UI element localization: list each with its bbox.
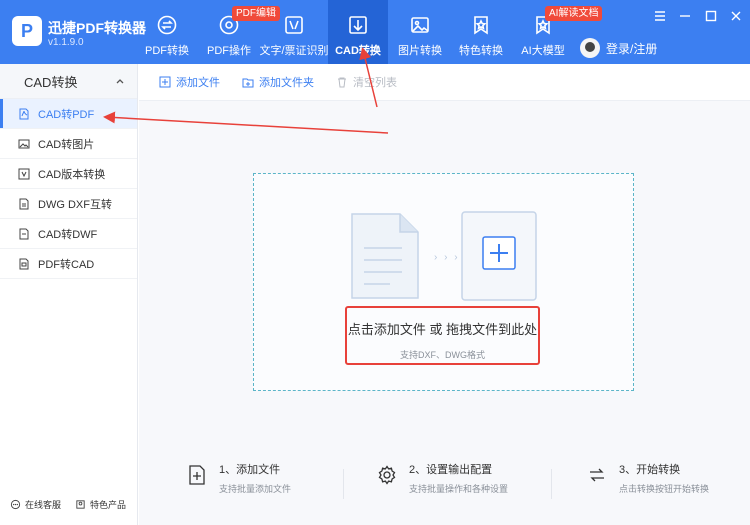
pdf-file-icon	[19, 108, 29, 119]
step-start-convert: 3、开始转换 点击转换按钮开始转换	[587, 461, 709, 495]
image-file-icon	[18, 139, 30, 148]
chat-icon	[10, 499, 21, 510]
step-settings: 2、设置输出配置 支持批量操作和各种设置	[377, 461, 508, 495]
dwg-file-icon	[19, 198, 29, 209]
sidebar-item-pdf-to-cad[interactable]: PDF转CAD	[0, 249, 137, 279]
sidebar-item-cad-version[interactable]: CAD版本转换	[0, 159, 137, 189]
clear-list-label: 清空列表	[353, 77, 397, 89]
star-icon	[474, 16, 488, 35]
sidebar-item-cad-to-image[interactable]: CAD转图片	[0, 129, 137, 159]
app-title: 迅捷PDF转换器	[48, 20, 146, 36]
avatar	[580, 38, 600, 58]
main-area: › › › 点击添加文件 或 拖拽文件到此处 支持DXF、DWG格式 1、添加文…	[139, 101, 750, 525]
sidebar-header-label: CAD转换	[24, 74, 78, 90]
nav-special-convert[interactable]: 特色转换	[449, 0, 513, 64]
document-illustration-icon	[351, 213, 419, 299]
nav-label: CAD转换	[335, 45, 381, 57]
step-desc: 支持批量操作和各种设置	[409, 484, 509, 494]
step-title: 2、设置输出配置	[409, 464, 493, 476]
step-desc: 点击转换按钮开始转换	[619, 484, 710, 494]
add-folder-icon	[242, 78, 254, 88]
login-label: 登录/注册	[606, 41, 658, 56]
add-folder-label: 添加文件夹	[259, 77, 314, 89]
online-service-label: 在线客服	[25, 500, 62, 510]
nav-image-convert[interactable]: 图片转换	[388, 0, 452, 64]
convert-icon	[157, 15, 177, 35]
add-file-label: 添加文件	[176, 77, 220, 89]
step-divider	[343, 469, 344, 499]
add-folder-button[interactable]: 添加文件夹	[242, 74, 314, 90]
dropzone-sub-text: 支持DXF、DWG格式	[400, 350, 485, 360]
sidebar-item-label: CAD版本转换	[38, 168, 106, 181]
scan-icon	[285, 16, 303, 34]
sidebar-item-label: CAD转DWF	[38, 228, 98, 241]
sidebar-item-dwg-dxf[interactable]: DWG DXF互转	[0, 189, 137, 219]
flow-arrows: › › ›	[434, 252, 460, 263]
step-add-file: 1、添加文件 支持批量添加文件	[187, 461, 291, 495]
app-logo: P	[12, 16, 42, 46]
close-icon[interactable]	[728, 8, 744, 24]
add-file-button[interactable]: 添加文件	[159, 74, 220, 90]
sidebar: CAD转换 CAD转PDF CAD转图片 CAD版本转换 DWG DXF互转 C…	[0, 64, 138, 525]
nav-label: AI大模型	[521, 45, 565, 57]
add-file-icon	[159, 76, 171, 88]
featured-products-label: 特色产品	[90, 500, 127, 510]
chevron-up-icon	[116, 79, 124, 84]
version-icon	[18, 168, 30, 179]
nav-cad-convert[interactable]: CAD转换	[328, 0, 388, 64]
step-title: 1、添加文件	[219, 464, 281, 476]
add-box-illustration-icon	[461, 211, 537, 301]
featured-products-button[interactable]: 特色产品	[75, 498, 126, 511]
cad-file-icon	[19, 258, 29, 269]
clear-list-button[interactable]: 清空列表	[336, 74, 397, 90]
sidebar-item-cad-to-dwf[interactable]: CAD转DWF	[0, 219, 137, 249]
step-desc: 支持批量添加文件	[219, 484, 292, 494]
sidebar-item-label: CAD转PDF	[38, 108, 95, 121]
convert-start-icon	[590, 468, 604, 482]
sidebar-footer: 在线客服 特色产品	[10, 498, 126, 511]
app-version: v1.1.9.0	[48, 37, 84, 48]
nav-label: PDF转换	[145, 45, 189, 57]
dropzone-main-text: 点击添加文件 或 拖拽文件到此处	[347, 322, 538, 337]
nav-label: 图片转换	[398, 45, 442, 57]
sidebar-item-cad-to-pdf[interactable]: CAD转PDF	[0, 99, 137, 129]
dropzone-callout[interactable]: 点击添加文件 或 拖拽文件到此处 支持DXF、DWG格式	[345, 306, 540, 365]
menu-icon[interactable]	[652, 8, 668, 24]
steps-bar: 1、添加文件 支持批量添加文件 2、设置输出配置 支持批量操作和各种设置 3、开…	[139, 461, 750, 511]
nav-badge-ai: AI解读文档	[545, 6, 603, 21]
toolbar: 添加文件 添加文件夹 清空列表	[139, 64, 750, 101]
title-bar: P 迅捷PDF转换器 v1.1.9.0 PDF转换 PDF操作 PDF编辑 文字…	[0, 0, 750, 64]
sidebar-header[interactable]: CAD转换	[0, 64, 137, 99]
online-service-button[interactable]: 在线客服	[10, 498, 61, 511]
nav-pdf-convert[interactable]: PDF转换	[135, 0, 199, 64]
step-title: 3、开始转换	[619, 464, 681, 476]
nav-ocr[interactable]: 文字/票证识别	[259, 0, 329, 64]
trash-icon	[338, 77, 346, 88]
nav-label: 特色转换	[459, 45, 503, 57]
add-file-icon	[189, 465, 205, 485]
gift-icon	[76, 500, 85, 509]
sidebar-item-label: PDF转CAD	[38, 258, 95, 271]
sidebar-item-label: DWG DXF互转	[38, 198, 112, 211]
step-divider	[551, 469, 552, 499]
settings-icon	[378, 465, 396, 485]
minimize-icon[interactable]	[677, 8, 693, 24]
cad-icon	[349, 16, 367, 34]
file-dropzone[interactable]: › › › 点击添加文件 或 拖拽文件到此处 支持DXF、DWG格式	[253, 173, 634, 391]
nav-label: PDF操作	[207, 45, 251, 57]
sidebar-item-label: CAD转图片	[38, 138, 95, 151]
nav-label: 文字/票证识别	[259, 45, 329, 57]
login-button[interactable]: 登录/注册	[580, 38, 657, 58]
maximize-icon[interactable]	[703, 8, 719, 24]
image-icon	[411, 17, 429, 33]
dwf-file-icon	[19, 228, 29, 239]
